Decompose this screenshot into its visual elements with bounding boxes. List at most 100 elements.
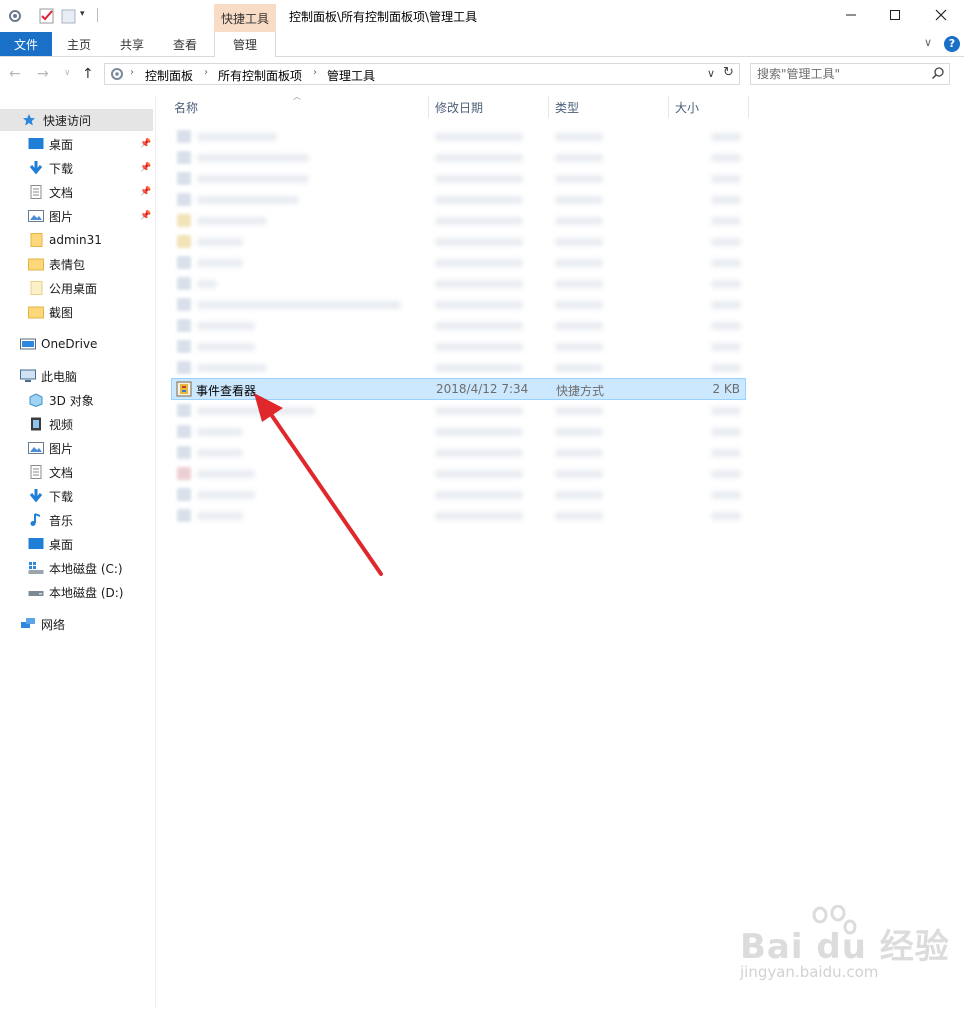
- quick-access-divider: [97, 8, 98, 22]
- shortcut-icon: [177, 404, 191, 417]
- maximize-button[interactable]: [872, 0, 918, 30]
- search-input[interactable]: [757, 66, 927, 82]
- recent-dropdown-icon[interactable]: ∨: [64, 68, 71, 78]
- shortcut-icon: [177, 298, 191, 311]
- breadcrumb-all-items[interactable]: 所有控制面板项: [218, 67, 302, 84]
- list-item[interactable]: [171, 442, 746, 463]
- sidebar-item-drive-d[interactable]: 本地磁盘 (D:): [28, 581, 123, 603]
- sidebar-item-label: 本地磁盘 (C:): [49, 561, 123, 576]
- blurred-text: [435, 280, 523, 288]
- address-dropdown-icon[interactable]: ∨: [707, 67, 715, 80]
- blurred-text: [711, 491, 741, 499]
- pin-icon[interactable]: 📌: [140, 139, 151, 149]
- sidebar-item-quick-access[interactable]: 快速访问: [0, 109, 153, 131]
- list-item[interactable]: [171, 400, 746, 421]
- list-item[interactable]: [171, 421, 746, 442]
- customize-dropdown-icon[interactable]: ▾: [80, 9, 98, 27]
- event-viewer-icon: [176, 381, 192, 400]
- folder-icon: [28, 257, 44, 271]
- sidebar-item-stickers[interactable]: 表情包: [28, 253, 85, 275]
- list-item[interactable]: [171, 336, 746, 357]
- tab-share[interactable]: 共享: [109, 32, 155, 56]
- list-item[interactable]: [171, 252, 746, 273]
- desktop-icon: [28, 537, 44, 551]
- sidebar-item-documents[interactable]: 文档: [28, 181, 73, 203]
- pin-icon[interactable]: 📌: [140, 187, 151, 197]
- watermark: Bai du 经验 jingyan.baidu.com: [736, 905, 949, 995]
- pin-icon[interactable]: 📌: [140, 163, 151, 173]
- list-item[interactable]: [171, 484, 746, 505]
- control-panel-icon: [109, 66, 125, 85]
- blurred-text: [435, 428, 523, 436]
- sidebar-item-pictures[interactable]: 图片: [28, 205, 73, 227]
- sidebar-item-admin31[interactable]: admin31: [28, 229, 102, 251]
- blurred-text: [711, 470, 741, 478]
- forward-icon[interactable]: →: [37, 66, 49, 82]
- pin-icon[interactable]: 📌: [140, 211, 151, 221]
- breadcrumb-separator[interactable]: ›: [313, 67, 317, 78]
- picture-icon: [28, 209, 44, 223]
- tab-file[interactable]: 文件: [0, 32, 52, 56]
- breadcrumb-separator[interactable]: ›: [130, 67, 134, 78]
- list-item[interactable]: [171, 357, 746, 378]
- sidebar-item-music[interactable]: 音乐: [28, 509, 73, 531]
- sidebar-item-pc-documents[interactable]: 文档: [28, 461, 73, 483]
- list-item[interactable]: [171, 273, 746, 294]
- shortcut-icon: [177, 425, 191, 438]
- list-item[interactable]: [171, 463, 746, 484]
- up-icon[interactable]: ↑: [82, 66, 94, 82]
- blurred-text: [197, 322, 255, 330]
- sidebar-item-downloads[interactable]: 下载: [28, 157, 73, 179]
- shortcut-icon: [177, 467, 191, 480]
- minimize-button[interactable]: [828, 0, 874, 30]
- breadcrumb-admin-tools[interactable]: 管理工具: [327, 67, 375, 84]
- column-header-type[interactable]: 类型: [549, 96, 669, 118]
- check-icon[interactable]: [38, 7, 56, 25]
- properties-icon[interactable]: [6, 7, 24, 25]
- back-icon[interactable]: ←: [9, 66, 21, 82]
- search-box[interactable]: [750, 63, 950, 85]
- blurred-text: [435, 259, 523, 267]
- selected-file-row[interactable]: 事件查看器 2018/4/12 7:34 快捷方式 2 KB: [171, 378, 746, 400]
- tab-view[interactable]: 查看: [162, 32, 208, 56]
- sidebar-item-drive-c[interactable]: 本地磁盘 (C:): [28, 557, 123, 579]
- list-item[interactable]: [171, 315, 746, 336]
- list-item[interactable]: [171, 189, 746, 210]
- new-folder-icon[interactable]: [60, 7, 78, 25]
- sidebar-item-network[interactable]: 网络: [20, 613, 65, 635]
- sidebar-item-pc-pictures[interactable]: 图片: [28, 437, 73, 459]
- search-icon[interactable]: [931, 66, 945, 83]
- close-button[interactable]: [918, 0, 964, 30]
- minimize-icon: [846, 14, 856, 16]
- help-icon[interactable]: ?: [944, 36, 960, 52]
- list-item[interactable]: [171, 147, 746, 168]
- sidebar-item-videos[interactable]: 视频: [28, 413, 73, 435]
- breadcrumb-separator[interactable]: ›: [204, 67, 208, 78]
- sidebar-item-onedrive[interactable]: OneDrive: [20, 333, 97, 355]
- refresh-icon[interactable]: ↻: [723, 65, 734, 80]
- sidebar-item-desktop[interactable]: 桌面: [28, 133, 73, 155]
- column-header-size[interactable]: 大小: [669, 96, 749, 118]
- list-item[interactable]: [171, 210, 746, 231]
- list-item[interactable]: [171, 505, 746, 526]
- list-item[interactable]: [171, 231, 746, 252]
- computer-icon: [20, 369, 36, 383]
- expand-ribbon-icon[interactable]: ∨: [924, 36, 932, 49]
- list-item[interactable]: [171, 294, 746, 315]
- blurred-text: [555, 238, 603, 246]
- list-item[interactable]: [171, 126, 746, 147]
- document-icon: [28, 465, 44, 479]
- breadcrumb-control-panel[interactable]: 控制面板: [145, 67, 193, 84]
- tab-manage[interactable]: 管理: [214, 32, 276, 57]
- list-item[interactable]: [171, 168, 746, 189]
- column-header-date[interactable]: 修改日期: [429, 96, 549, 118]
- sidebar-item-screenshots[interactable]: 截图: [28, 301, 73, 323]
- sidebar-item-this-pc[interactable]: 此电脑: [20, 365, 77, 387]
- sidebar-item-public-desktop[interactable]: 公用桌面: [28, 277, 97, 299]
- sidebar-item-label: 音乐: [49, 513, 74, 528]
- sidebar-item-pc-downloads[interactable]: 下载: [28, 485, 73, 507]
- tab-home[interactable]: 主页: [56, 32, 102, 56]
- sidebar-item-3d-objects[interactable]: 3D 对象: [28, 389, 94, 411]
- sidebar-item-pc-desktop[interactable]: 桌面: [28, 533, 73, 555]
- address-bar[interactable]: › 控制面板 › 所有控制面板项 › 管理工具 ∨ ↻: [104, 63, 740, 85]
